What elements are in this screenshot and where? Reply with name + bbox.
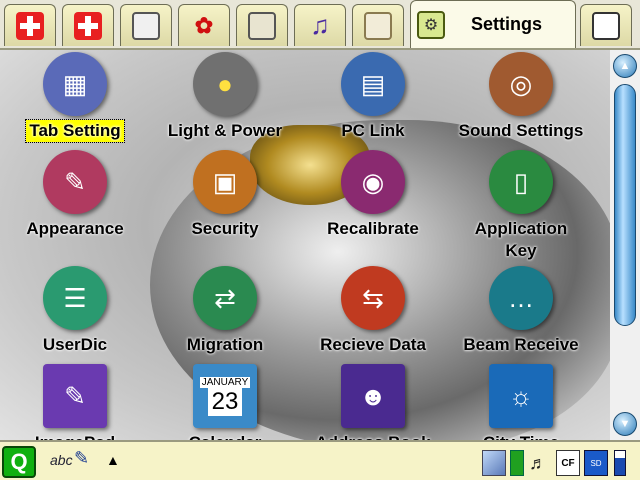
palette-icon: ✎	[43, 364, 107, 428]
tab-settings-label: Settings	[471, 14, 543, 34]
app-label: Calendar	[150, 432, 300, 440]
music-icon: ♫	[310, 10, 330, 40]
document-icon	[592, 11, 620, 40]
app-label: Sound Settings	[458, 121, 584, 140]
calendar-icon: JANUARY 23	[193, 364, 257, 428]
app-label: Security	[191, 219, 259, 238]
migration-icon: ⇄	[193, 266, 257, 330]
receive-data-icon: ⇆	[341, 266, 405, 330]
app-label: PC Link	[341, 121, 405, 140]
app-label: Application Key	[474, 219, 568, 260]
light-bulb-icon: ●	[193, 52, 257, 116]
pen-icon[interactable]: ✎	[74, 448, 89, 469]
tab-book[interactable]	[236, 4, 288, 46]
q-start-icon[interactable]: Q	[2, 446, 36, 478]
app-label: UserDic	[42, 335, 108, 354]
app-tab-setting[interactable]: ▦ Tab Setting	[0, 52, 150, 143]
app-appearance[interactable]: ✎ Appearance	[0, 150, 150, 240]
cf-card-icon[interactable]: CF	[556, 450, 580, 476]
contact-icon: ☻	[341, 364, 405, 428]
tab-first-aid-1[interactable]	[4, 4, 56, 46]
app-label: City Time	[446, 432, 596, 440]
first-aid-icon	[16, 11, 44, 40]
clipboard-icon	[132, 11, 160, 40]
battery-icon[interactable]	[614, 450, 626, 476]
scroll-thumb[interactable]	[614, 84, 636, 326]
app-beam-receive[interactable]: … Beam Receive	[446, 266, 596, 356]
signal-icon: ✿	[194, 12, 214, 38]
padlock-icon: ▣	[193, 150, 257, 214]
tab-documents[interactable]	[580, 4, 632, 46]
sd-card-label: SD	[590, 458, 602, 468]
app-label: Recieve Data	[320, 335, 426, 354]
app-calendar[interactable]: JANUARY 23 Calendar	[150, 364, 300, 440]
dice-icon	[364, 11, 392, 40]
app-userdic[interactable]: ☰ UserDic	[0, 266, 150, 356]
tab-settings[interactable]: ⚙ Settings	[410, 0, 576, 48]
beam-icon: …	[489, 266, 553, 330]
calendar-day: 23	[207, 387, 243, 416]
globe-icon: ☼	[489, 364, 553, 428]
app-label: Recalibrate	[327, 219, 419, 238]
notebook-icon: ☰	[43, 266, 107, 330]
vertical-scrollbar[interactable]: ▲ ▼	[610, 50, 640, 440]
app-label: Light & Power	[167, 121, 283, 140]
speaker-icon: ◎	[489, 52, 553, 116]
app-migration[interactable]: ⇄ Migration	[150, 266, 300, 356]
volume-icon[interactable]: ♬	[526, 450, 550, 476]
tab-games[interactable]	[352, 4, 404, 46]
input-menu-arrow-icon[interactable]: ▲	[106, 452, 120, 468]
taskbar: Q abc ✎ ▲ ♬ CF SD	[0, 440, 640, 480]
scroll-down-button[interactable]: ▼	[613, 412, 637, 436]
first-aid-icon	[74, 11, 102, 40]
tab-music[interactable]: ♫	[294, 4, 346, 46]
app-application-key[interactable]: ▯ Application Key	[446, 150, 596, 262]
app-address-book[interactable]: ☻ Address Book	[298, 364, 448, 440]
app-label: Tab Setting	[25, 119, 125, 143]
app-label: Migration	[186, 335, 264, 354]
app-label: Beam Receive	[463, 335, 579, 354]
calendar-month: JANUARY	[199, 376, 251, 388]
app-city-time[interactable]: ☼ City Time	[446, 364, 596, 440]
app-recieve-data[interactable]: ⇆ Recieve Data	[298, 266, 448, 356]
tab-signal[interactable]: ✿	[178, 4, 230, 46]
tab-first-aid-2[interactable]	[62, 4, 114, 46]
tab-bar: ✿ ♫ ⚙ Settings	[0, 0, 640, 50]
appearance-icon: ✎	[43, 150, 107, 214]
app-light-power[interactable]: ● Light & Power	[150, 52, 300, 142]
launcher-area: ▦ Tab Setting ● Light & Power ▤ PC Link …	[0, 50, 610, 440]
target-icon: ◉	[341, 150, 405, 214]
app-label: ImagePad	[0, 432, 150, 440]
wrench-icon: ⚙	[417, 10, 445, 39]
book-icon	[248, 11, 276, 40]
pda-key-icon: ▯	[489, 150, 553, 214]
app-label: Appearance	[26, 219, 124, 238]
app-label: Address Book	[298, 432, 448, 440]
network-icon[interactable]	[510, 450, 524, 476]
app-security[interactable]: ▣ Security	[150, 150, 300, 240]
cf-card-label: CF	[561, 457, 575, 469]
scroll-up-button[interactable]: ▲	[613, 54, 637, 78]
sd-card-icon[interactable]: SD	[584, 450, 608, 476]
app-sound-settings[interactable]: ◎ Sound Settings	[446, 52, 596, 142]
input-method-button[interactable]: abc	[50, 452, 73, 468]
display-icon[interactable]	[482, 450, 506, 476]
app-recalibrate[interactable]: ◉ Recalibrate	[298, 150, 448, 240]
building-icon: ▦	[43, 52, 107, 116]
app-pc-link[interactable]: ▤ PC Link	[298, 52, 448, 142]
app-imagepad[interactable]: ✎ ImagePad	[0, 364, 150, 440]
tab-clipboard[interactable]	[120, 4, 172, 46]
laptop-icon: ▤	[341, 52, 405, 116]
